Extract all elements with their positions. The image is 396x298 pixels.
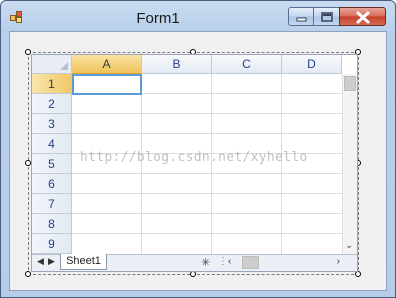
horizontal-scroll-thumb[interactable] (242, 256, 259, 269)
row-header-2[interactable]: 2 (32, 94, 72, 114)
select-all-corner[interactable] (32, 55, 72, 74)
row-header-8[interactable]: 8 (32, 214, 72, 234)
window-controls (288, 7, 388, 26)
vertical-scroll-thumb[interactable] (344, 76, 356, 91)
close-button[interactable] (339, 7, 386, 26)
vertical-scrollbar[interactable]: ⌄ (342, 74, 357, 254)
scroll-down-arrow-icon[interactable]: ⌄ (345, 241, 353, 251)
row-header-6[interactable]: 6 (32, 174, 72, 194)
row-header-7[interactable]: 7 (32, 194, 72, 214)
scroll-left-arrow-icon[interactable]: ‹ (228, 256, 231, 267)
minimize-button[interactable] (288, 7, 314, 26)
sheet-tab-bar: ◀ ▶ Sheet1 ✳ ⋮ ‹ › (32, 254, 357, 271)
title-bar[interactable]: Form1 (1, 1, 395, 31)
row-header-5[interactable]: 5 (32, 154, 72, 174)
row-header-9[interactable]: 9 (32, 234, 72, 254)
maximize-icon (321, 12, 333, 22)
scroll-right-arrow-icon[interactable]: › (337, 256, 340, 267)
row-header-1[interactable]: 1 (32, 74, 72, 94)
column-header-d[interactable]: D (282, 55, 342, 74)
row-header-3[interactable]: 3 (32, 114, 72, 134)
minimize-icon (296, 17, 307, 22)
maximize-button[interactable] (313, 7, 340, 26)
column-header-a[interactable]: A (72, 55, 142, 74)
column-header-c[interactable]: C (212, 55, 282, 74)
horizontal-scrollbar[interactable]: ‹ › (225, 256, 342, 269)
window-title: Form1 (136, 10, 180, 27)
new-sheet-icon[interactable]: ✳ (201, 256, 210, 269)
row-header-4[interactable]: 4 (32, 134, 72, 154)
tab-scroll-left-icon[interactable]: ◀ (37, 256, 44, 267)
tab-scroll-right-icon[interactable]: ▶ (48, 256, 55, 267)
active-cell-a1[interactable] (72, 74, 142, 95)
close-icon (356, 11, 370, 24)
watermark-text: http://blog.csdn.net/xyhello (80, 150, 308, 165)
tab-sheet1[interactable]: Sheet1 (60, 254, 107, 270)
column-header-b[interactable]: B (142, 55, 212, 74)
